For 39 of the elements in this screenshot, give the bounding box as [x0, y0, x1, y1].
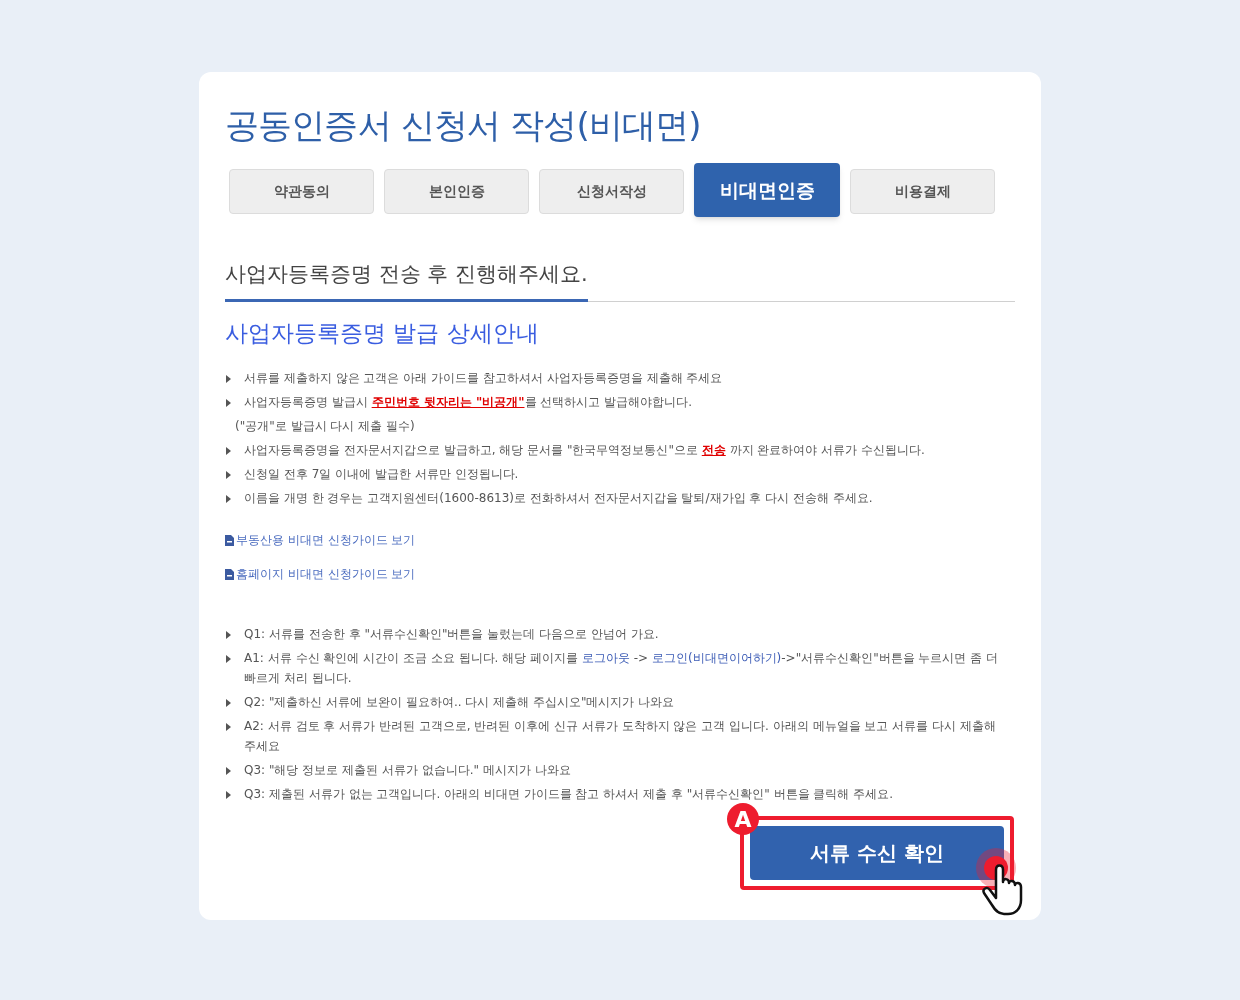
step-tab[interactable]: 신청서작성 [539, 169, 684, 214]
bullet-icon [226, 495, 231, 503]
notice-text: Q3: "해당 정보로 제출된 서류가 없습니다." 메시지가 나와요 [244, 762, 572, 779]
step-tab[interactable]: 비대면인증 [694, 163, 840, 217]
notice-text: Q1: 서류를 전송한 후 "서류수신확인"버튼을 눌렀는데 다음으로 안넘어 가요. [244, 626, 660, 643]
document-icon [225, 568, 234, 580]
notice-text: 신청일 전후 7일 이내에 발급한 서류만 인정됩니다. [244, 466, 520, 483]
bullet-icon [226, 471, 231, 479]
notice-text: Q2: "제출하신 서류에 보완이 필요하여.. 다시 제출해 주십시오"메시지가 나와요 [244, 694, 676, 711]
bullet-icon [226, 791, 231, 799]
text-link[interactable]: 로그아웃 [581, 651, 630, 665]
document-icon [225, 534, 234, 546]
guide-link[interactable]: 홈페이지 비대면 신청가이드 보기 [225, 564, 416, 584]
guide-title: 사업자등록증명 발급 상세안내 [225, 318, 540, 348]
section-heading: 사업자등록증명 전송 후 진행해주세요. [225, 259, 588, 302]
bullet-icon [226, 655, 231, 663]
notice-text: Q3: 제출된 서류가 없는 고객입니다. 아래의 비대면 가이드를 참고 하셔서 제출 후 "서류수신확인" 버튼을 클릭해 주세요. [244, 786, 894, 803]
notice-text: 이름을 개명 한 경우는 고객지원센터(1600-8613)로 전화하셔서 전자문서지갑을 탈퇴/재가입 후 다시 전송해 주세요. [244, 490, 874, 507]
page-title: 공동인증서 신청서 작성(비대면) [225, 104, 702, 147]
notice-text: ("공개"로 발급시 다시 제출 필수) [234, 418, 416, 435]
bullet-icon [226, 723, 231, 731]
bullet-icon [226, 699, 231, 707]
bullet-icon [226, 631, 231, 639]
notice-text: A1: 서류 수신 확인에 시간이 조금 소요 됩니다. 해당 페이지를 로그아웃 -> 로그인(비대면이어하기)->"서류수신확인"버튼을 누르시면 좀 더 빠르게 처리 됩니다. [244, 650, 1000, 687]
step-tab[interactable]: 본인인증 [384, 169, 529, 214]
notice-text: A2: 서류 검토 후 서류가 반려된 고객으로, 반려된 이후에 신규 서류가 도착하지 않은 고객 입니다. 아래의 메뉴얼을 보고 서류를 다시 제출해 주세요 [244, 718, 997, 755]
notice-text: 사업자등록증명을 전자문서지갑으로 발급하고, 해당 문서를 "한국무역정보통신"으로 전송 까지 완료하여야 서류가 수신됩니다. [244, 442, 926, 459]
notice-text: 서류를 제출하지 않은 고객은 아래 가이드를 참고하셔서 사업자등록증명을 제출해 주세요 [244, 370, 724, 387]
bullet-icon [226, 375, 231, 383]
text-link[interactable]: 로그인(비대면이어하기) [651, 651, 782, 665]
bullet-icon [226, 399, 231, 407]
confirm-button[interactable]: 서류 수신 확인 [750, 826, 1004, 880]
notice-text: 사업자등록증명 발급시 주민번호 뒷자리는 "비공개"를 선택하시고 발급해야합니다. [244, 394, 693, 411]
bullet-icon [226, 447, 231, 455]
guide-link[interactable]: 부동산용 비대면 신청가이드 보기 [225, 530, 416, 550]
step-tab[interactable]: 비용결제 [850, 169, 995, 214]
step-tab[interactable]: 약관동의 [229, 169, 374, 214]
step-badge: A [727, 803, 759, 835]
bullet-icon [226, 767, 231, 775]
